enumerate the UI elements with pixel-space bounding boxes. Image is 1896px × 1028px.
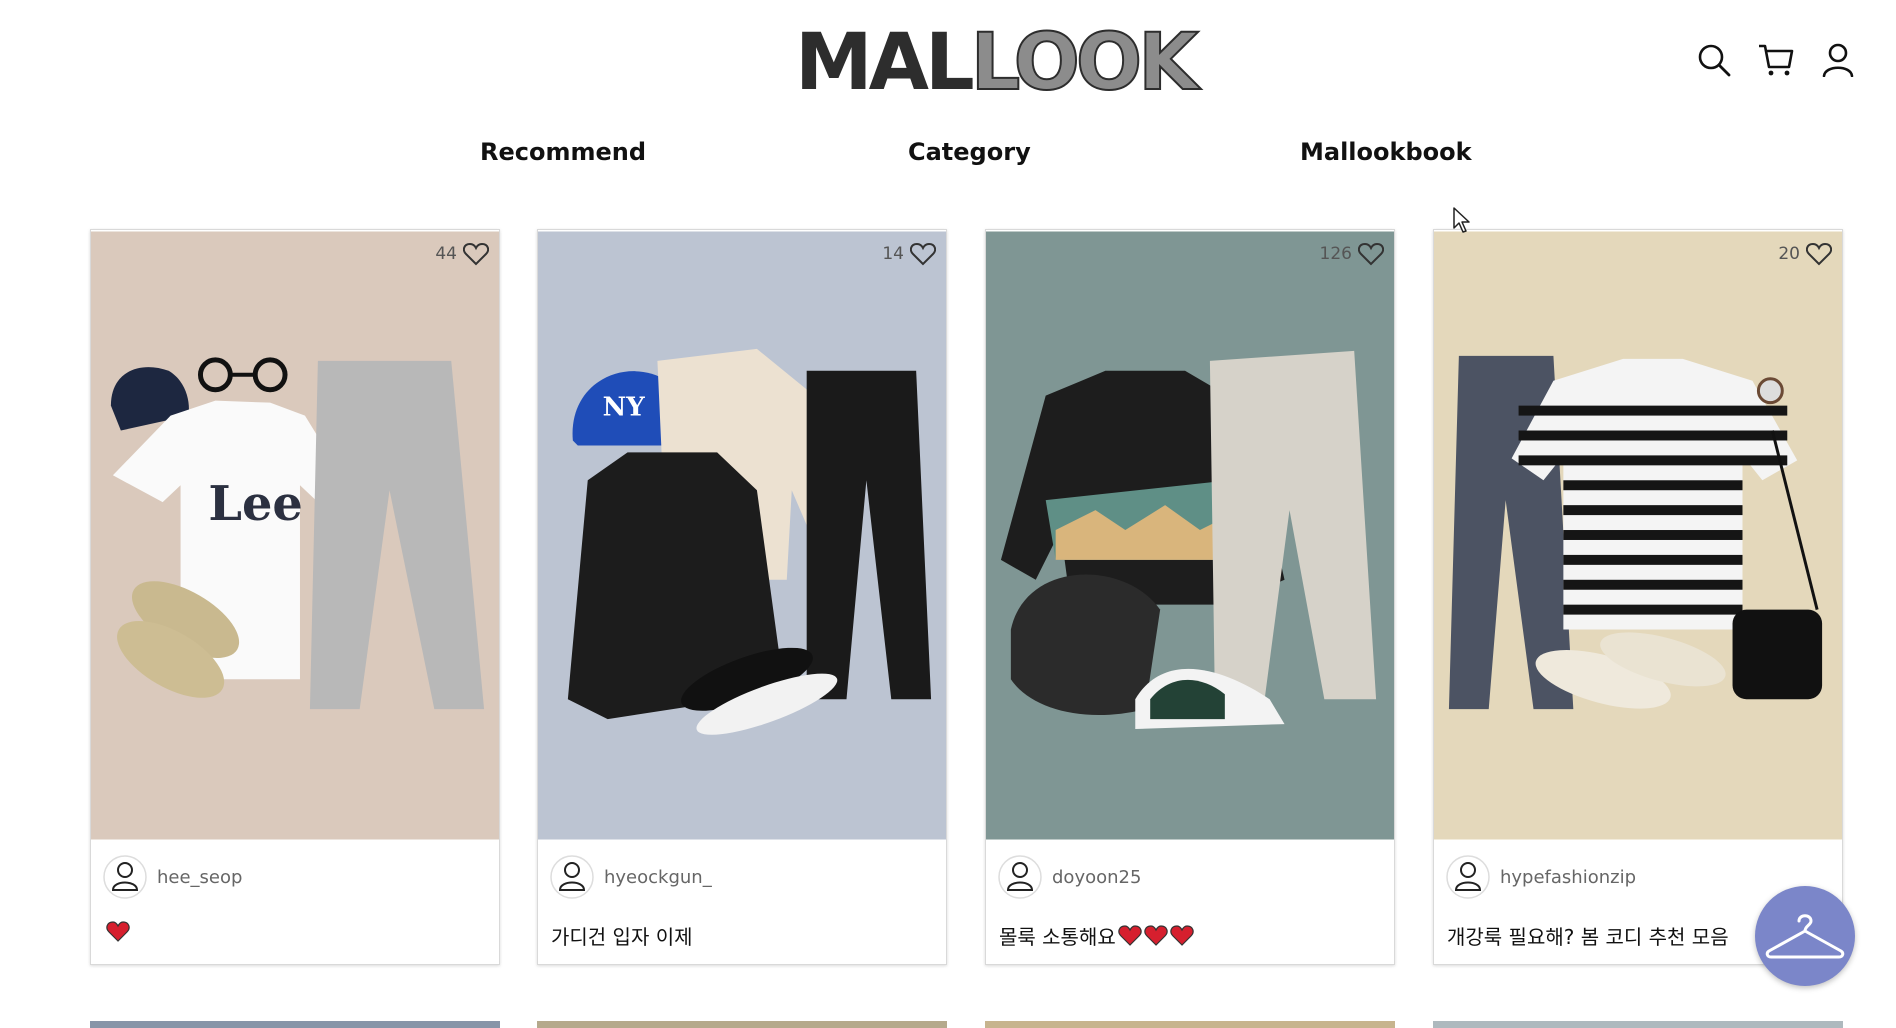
post-caption: 가디건 입자 이제 — [551, 921, 693, 950]
user-icon[interactable] — [1820, 42, 1856, 78]
author-name: hyeockgun_ — [604, 866, 712, 888]
post-image: 20 — [1434, 230, 1842, 841]
post-card[interactable]: 20 hypefashionzip 개강룩 필요해? 봄 코디 추천 모음 — [1433, 229, 1843, 965]
like-box: 44 — [435, 242, 489, 266]
post-card-partial[interactable] — [90, 1021, 500, 1028]
cart-icon[interactable] — [1758, 42, 1794, 78]
post-card-partial[interactable] — [1433, 1021, 1843, 1028]
post-card[interactable]: NY 14 hyeockgun_ 가디건 입자 이제 — [537, 229, 947, 965]
post-image: 126 — [986, 230, 1394, 841]
like-count: 44 — [435, 244, 457, 264]
logo-mal-text: MAL — [795, 18, 975, 108]
svg-text:Lee: Lee — [208, 476, 302, 532]
like-box: 20 — [1778, 242, 1832, 266]
post-caption: 몰룩 소통해요 — [999, 921, 1194, 950]
author-name: doyoon25 — [1052, 866, 1142, 888]
post-card[interactable]: Lee 44 hee_seop — [90, 229, 500, 965]
outfit-illustration: Lee — [91, 231, 499, 840]
heart-outline-icon[interactable] — [1358, 242, 1384, 266]
red-heart-icon — [1118, 924, 1142, 946]
outfit-illustration: NY — [538, 231, 946, 840]
caption-text: 가디건 입자 이제 — [551, 925, 693, 949]
avatar-icon — [1446, 855, 1490, 899]
nav-category[interactable]: Category — [908, 138, 1031, 166]
avatar-icon — [103, 855, 147, 899]
author-name: hee_seop — [157, 866, 243, 888]
nav-mallookbook[interactable]: Mallookbook — [1300, 138, 1472, 166]
logo-look-text: LOOK — [970, 17, 1200, 109]
caption-text: 몰룩 소통해요 — [999, 925, 1116, 949]
like-box: 126 — [1320, 242, 1384, 266]
red-heart-icon — [106, 921, 130, 942]
avatar-icon — [550, 855, 594, 899]
post-footer: doyoon25 몰룩 소통해요 — [986, 841, 1394, 965]
like-count: 126 — [1319, 244, 1352, 264]
post-card[interactable]: 126 doyoon25 몰룩 소통해요 — [985, 229, 1395, 965]
post-author[interactable]: hypefashionzip — [1446, 855, 1636, 899]
outfit-illustration — [986, 231, 1394, 840]
post-author[interactable]: hee_seop — [103, 855, 242, 899]
like-box: 14 — [882, 242, 936, 266]
post-caption — [104, 921, 130, 943]
post-author[interactable]: hyeockgun_ — [550, 855, 712, 899]
nav-recommend[interactable]: Recommend — [480, 138, 646, 166]
post-image: Lee 44 — [91, 230, 499, 841]
mouse-cursor-icon — [1453, 207, 1470, 233]
red-heart-icon — [1144, 924, 1168, 946]
red-heart-icon — [1170, 924, 1194, 946]
search-icon[interactable] — [1696, 42, 1732, 78]
heart-outline-icon[interactable] — [910, 242, 936, 266]
like-count: 14 — [882, 244, 904, 264]
post-caption: 개강룩 필요해? 봄 코디 추천 모음 — [1447, 921, 1729, 950]
author-name: hypefashionzip — [1500, 866, 1637, 888]
heart-outline-icon[interactable] — [463, 242, 489, 266]
heart-outline-icon[interactable] — [1806, 242, 1832, 266]
mallook-logo[interactable]: MAL LOOK — [795, 17, 1200, 109]
post-card-partial[interactable] — [537, 1021, 947, 1028]
avatar-icon — [998, 855, 1042, 899]
svg-text:NY: NY — [603, 393, 646, 423]
hanger-icon — [1765, 914, 1845, 959]
header-actions — [1696, 42, 1856, 78]
post-image: NY 14 — [538, 230, 946, 841]
post-author[interactable]: doyoon25 — [998, 855, 1141, 899]
caption-text: 개강룩 필요해? 봄 코디 추천 모음 — [1447, 925, 1729, 949]
post-footer: hyeockgun_ 가디건 입자 이제 — [538, 841, 946, 965]
like-count: 20 — [1778, 244, 1800, 264]
outfit-illustration — [1434, 231, 1842, 840]
post-footer: hee_seop — [91, 841, 499, 965]
closet-fab-button[interactable] — [1755, 886, 1855, 986]
post-card-partial[interactable] — [985, 1021, 1395, 1028]
